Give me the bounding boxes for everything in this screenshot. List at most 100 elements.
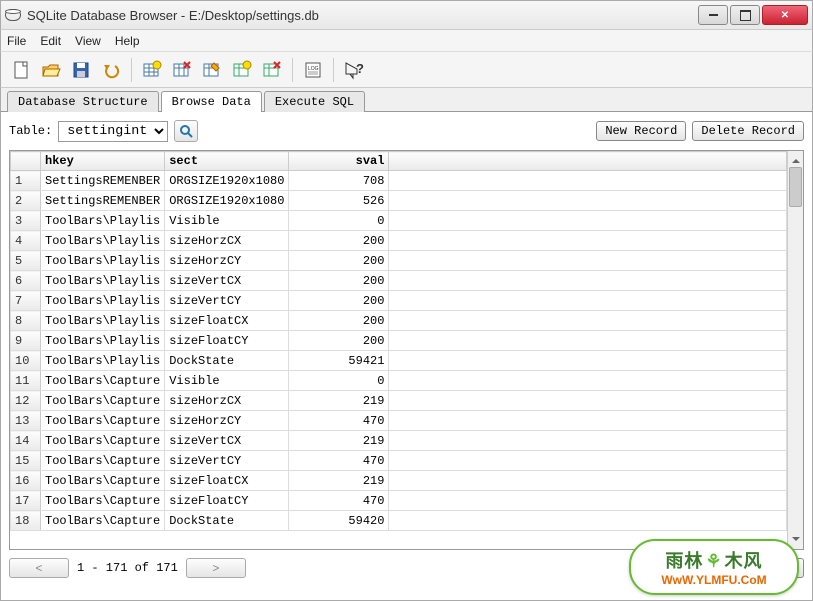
col-sval[interactable]: sval xyxy=(289,152,389,171)
table-row[interactable]: 1SettingsREMENBERORGSIZE1920x1080708 xyxy=(11,171,787,191)
cell-sect[interactable]: ORGSIZE1920x1080 xyxy=(165,191,289,211)
create-index-icon[interactable] xyxy=(228,56,256,84)
cell-sect[interactable]: sizeFloatCY xyxy=(165,331,289,351)
table-row[interactable]: 12ToolBars\CapturesizeHorzCX219 xyxy=(11,391,787,411)
cell-sval[interactable]: 0 xyxy=(289,211,389,231)
table-row[interactable]: 14ToolBars\CapturesizeVertCX219 xyxy=(11,431,787,451)
cell-hkey[interactable]: SettingsREMENBER xyxy=(41,191,165,211)
cell-hkey[interactable]: ToolBars\Playlis xyxy=(41,211,165,231)
cell-hkey[interactable]: ToolBars\Playlis xyxy=(41,231,165,251)
delete-record-button[interactable]: Delete Record xyxy=(692,121,804,141)
cell-sect[interactable]: sizeVertCY xyxy=(165,291,289,311)
table-row[interactable]: 2SettingsREMENBERORGSIZE1920x1080526 xyxy=(11,191,787,211)
cell-sect[interactable]: sizeFloatCX xyxy=(165,471,289,491)
cell-sect[interactable]: sizeVertCY xyxy=(165,451,289,471)
table-row[interactable]: 18ToolBars\CaptureDockState59420 xyxy=(11,511,787,531)
cell-sect[interactable]: Visible xyxy=(165,211,289,231)
scrollbar-thumb[interactable] xyxy=(789,167,802,207)
cell-sect[interactable]: sizeVertCX xyxy=(165,431,289,451)
cell-sval[interactable]: 200 xyxy=(289,311,389,331)
next-page-button[interactable]: > xyxy=(186,558,246,578)
cell-hkey[interactable]: ToolBars\Capture xyxy=(41,431,165,451)
tab-execute-sql[interactable]: Execute SQL xyxy=(264,91,365,112)
cell-sval[interactable]: 526 xyxy=(289,191,389,211)
col-sect[interactable]: sect xyxy=(165,152,289,171)
delete-index-icon[interactable] xyxy=(258,56,286,84)
cell-sval[interactable]: 200 xyxy=(289,331,389,351)
cell-sect[interactable]: sizeFloatCY xyxy=(165,491,289,511)
cell-hkey[interactable]: ToolBars\Capture xyxy=(41,511,165,531)
cell-hkey[interactable]: ToolBars\Playlis xyxy=(41,351,165,371)
search-button[interactable] xyxy=(174,120,198,142)
cell-sect[interactable]: sizeHorzCX xyxy=(165,231,289,251)
open-file-icon[interactable] xyxy=(37,56,65,84)
cell-hkey[interactable]: ToolBars\Capture xyxy=(41,471,165,491)
menu-edit[interactable]: Edit xyxy=(40,34,61,48)
cell-sect[interactable]: sizeHorzCY xyxy=(165,251,289,271)
whats-this-icon[interactable]: ? xyxy=(340,56,368,84)
cell-hkey[interactable]: ToolBars\Playlis xyxy=(41,271,165,291)
table-row[interactable]: 15ToolBars\CapturesizeVertCY470 xyxy=(11,451,787,471)
cell-sect[interactable]: DockState xyxy=(165,511,289,531)
cell-sect[interactable]: sizeVertCX xyxy=(165,271,289,291)
close-button[interactable] xyxy=(762,5,808,25)
maximize-button[interactable] xyxy=(730,5,760,25)
undo-icon[interactable] xyxy=(97,56,125,84)
cell-hkey[interactable]: SettingsREMENBER xyxy=(41,171,165,191)
cell-hkey[interactable]: ToolBars\Playlis xyxy=(41,311,165,331)
table-row[interactable]: 17ToolBars\CapturesizeFloatCY470 xyxy=(11,491,787,511)
cell-sval[interactable]: 470 xyxy=(289,411,389,431)
table-select[interactable]: settingint xyxy=(58,121,168,142)
menu-file[interactable]: File xyxy=(7,34,26,48)
table-row[interactable]: 6ToolBars\PlaylissizeVertCX200 xyxy=(11,271,787,291)
table-row[interactable]: 13ToolBars\CapturesizeHorzCY470 xyxy=(11,411,787,431)
cell-hkey[interactable]: ToolBars\Capture xyxy=(41,451,165,471)
cell-sval[interactable]: 470 xyxy=(289,451,389,471)
table-row[interactable]: 3ToolBars\PlaylisVisible0 xyxy=(11,211,787,231)
modify-table-icon[interactable] xyxy=(198,56,226,84)
cell-hkey[interactable]: ToolBars\Capture xyxy=(41,411,165,431)
save-icon[interactable] xyxy=(67,56,95,84)
tab-browse-data[interactable]: Browse Data xyxy=(161,91,262,112)
cell-sval[interactable]: 708 xyxy=(289,171,389,191)
log-icon[interactable]: LOG xyxy=(299,56,327,84)
cell-sval[interactable]: 0 xyxy=(289,371,389,391)
cell-sval[interactable]: 219 xyxy=(289,431,389,451)
table-row[interactable]: 5ToolBars\PlaylissizeHorzCY200 xyxy=(11,251,787,271)
cell-sval[interactable]: 219 xyxy=(289,391,389,411)
cell-hkey[interactable]: ToolBars\Capture xyxy=(41,491,165,511)
cell-sval[interactable]: 59421 xyxy=(289,351,389,371)
cell-sval[interactable]: 200 xyxy=(289,251,389,271)
cell-hkey[interactable]: ToolBars\Capture xyxy=(41,391,165,411)
cell-sval[interactable]: 59420 xyxy=(289,511,389,531)
cell-sval[interactable]: 200 xyxy=(289,291,389,311)
cell-sect[interactable]: sizeHorzCX xyxy=(165,391,289,411)
menu-view[interactable]: View xyxy=(75,34,101,48)
vertical-scrollbar[interactable] xyxy=(787,151,803,549)
cell-sect[interactable]: sizeFloatCX xyxy=(165,311,289,331)
cell-sval[interactable]: 200 xyxy=(289,271,389,291)
new-file-icon[interactable] xyxy=(7,56,35,84)
table-row[interactable]: 7ToolBars\PlaylissizeVertCY200 xyxy=(11,291,787,311)
table-row[interactable]: 9ToolBars\PlaylissizeFloatCY200 xyxy=(11,331,787,351)
menu-help[interactable]: Help xyxy=(115,34,140,48)
cell-hkey[interactable]: ToolBars\Playlis xyxy=(41,331,165,351)
cell-hkey[interactable]: ToolBars\Playlis xyxy=(41,251,165,271)
tab-database-structure[interactable]: Database Structure xyxy=(7,91,159,112)
col-hkey[interactable]: hkey xyxy=(41,152,165,171)
cell-sval[interactable]: 200 xyxy=(289,231,389,251)
prev-page-button[interactable]: < xyxy=(9,558,69,578)
cell-sect[interactable]: DockState xyxy=(165,351,289,371)
create-table-icon[interactable] xyxy=(138,56,166,84)
table-row[interactable]: 4ToolBars\PlaylissizeHorzCX200 xyxy=(11,231,787,251)
table-row[interactable]: 11ToolBars\CaptureVisible0 xyxy=(11,371,787,391)
table-row[interactable]: 8ToolBars\PlaylissizeFloatCX200 xyxy=(11,311,787,331)
new-record-button[interactable]: New Record xyxy=(596,121,686,141)
cell-sval[interactable]: 219 xyxy=(289,471,389,491)
cell-sect[interactable]: sizeHorzCY xyxy=(165,411,289,431)
cell-sval[interactable]: 470 xyxy=(289,491,389,511)
cell-sect[interactable]: Visible xyxy=(165,371,289,391)
cell-sect[interactable]: ORGSIZE1920x1080 xyxy=(165,171,289,191)
table-row[interactable]: 10ToolBars\PlaylisDockState59421 xyxy=(11,351,787,371)
table-row[interactable]: 16ToolBars\CapturesizeFloatCX219 xyxy=(11,471,787,491)
